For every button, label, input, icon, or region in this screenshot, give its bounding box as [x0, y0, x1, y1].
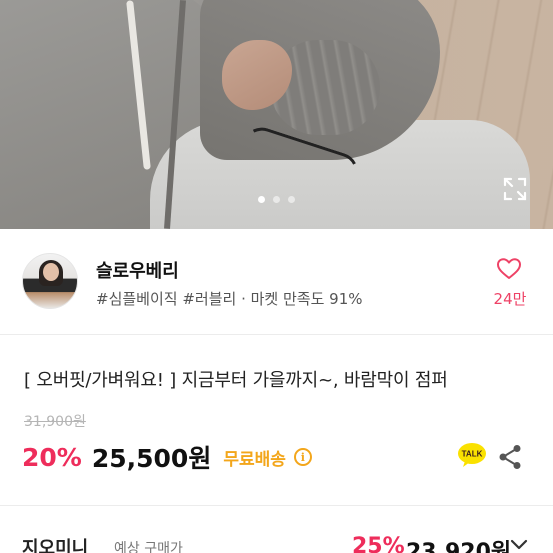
discount-rate: 20% [22, 442, 82, 472]
coupon-price-row[interactable]: 지오미니 예상 구매가 25% 23,920원 [22, 534, 542, 553]
heart-outline-icon[interactable] [496, 257, 522, 281]
sale-price: 25,500원 [91, 444, 212, 473]
section-divider [0, 334, 553, 335]
coupon-label: 지오미니 [22, 538, 89, 553]
coupon-sub-label: 예상 구매가 [114, 541, 183, 553]
info-icon[interactable]: i [293, 448, 312, 466]
coupon-discount: 25% [352, 534, 405, 553]
like-count: 24만 [493, 290, 527, 308]
carousel-dot[interactable] [273, 196, 280, 203]
carousel-dot-active[interactable] [258, 196, 265, 203]
seller-section: 슬로우베리 #심플베이직 #러블리 · 마켓 만족도 91% 24만 [0, 229, 553, 334]
price-row: 20% 25,500원 무료배송 i [22, 440, 312, 474]
original-price: 31,900원 [24, 414, 86, 430]
kakao-talk-icon[interactable]: TALK [457, 442, 487, 468]
product-image[interactable] [0, 0, 553, 229]
share-icon[interactable] [498, 444, 522, 470]
talk-label: TALK [462, 450, 483, 459]
seller-avatar[interactable] [22, 253, 78, 309]
carousel-dot[interactable] [288, 196, 295, 203]
seller-tags: #심플베이직 #러블리 · 마켓 만족도 91% [96, 290, 363, 308]
seller-name[interactable]: 슬로우베리 [96, 257, 179, 283]
free-shipping-label: 무료배송 [223, 449, 286, 470]
avatar-face [43, 263, 59, 281]
coupon-price: 23,920원 [406, 540, 512, 553]
section-divider [0, 505, 553, 506]
expand-icon[interactable] [502, 176, 528, 202]
carousel-indicator [0, 196, 553, 203]
chevron-down-icon[interactable] [510, 538, 528, 552]
product-title: [ 오버핏/가벼워요! ] 지금부터 가을까지~, 바람막이 점퍼 [24, 370, 448, 391]
